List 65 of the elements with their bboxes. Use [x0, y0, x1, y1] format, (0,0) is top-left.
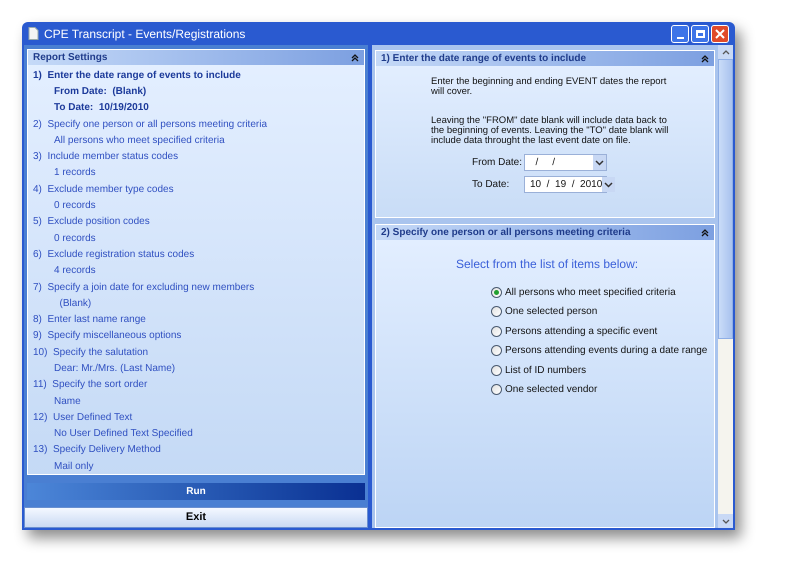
window-title: CPE Transcript - Events/Registrations [44, 26, 246, 42]
step-link[interactable]: 10) Specify the salutation [33, 344, 148, 360]
step-link[interactable]: 12) User Defined Text [33, 410, 132, 425]
scrollbar[interactable] [718, 45, 733, 528]
option-label[interactable]: One selected person [505, 304, 598, 320]
collapse-icon[interactable] [351, 54, 359, 62]
panel-title: 2) Specify one person or all persons meeting criteria [381, 226, 631, 240]
collapse-icon[interactable] [701, 54, 709, 62]
step-link[interactable]: 11) Specify the sort order [33, 377, 148, 392]
step-value: Name [54, 394, 81, 409]
option-label[interactable]: Persons attending a specific event [505, 324, 658, 339]
step-value: 0 records [54, 199, 96, 214]
step-link[interactable]: 4) Exclude member type codes [33, 182, 174, 197]
step-value: All persons who meet specified criteria [54, 134, 225, 148]
step-link[interactable]: 5) Exclude position codes [33, 214, 150, 230]
option-label[interactable]: List of ID numbers [505, 362, 586, 378]
step-value: 0 records [54, 232, 96, 246]
step-link[interactable]: 6) Exclude registration status codes [33, 246, 194, 262]
radio-button[interactable] [491, 384, 502, 396]
radio-button[interactable] [491, 345, 502, 356]
step-link[interactable]: 9) Specify miscellaneous options [33, 328, 182, 344]
option-label[interactable]: All persons who meet specified criteria [505, 284, 676, 300]
exit-button[interactable]: Exit [24, 507, 368, 528]
step-value: 4 records [54, 264, 96, 278]
prompt-text: Select from the list of items below: [456, 257, 638, 271]
step-value: Dear: Mr./Mrs. (Last Name) [54, 362, 176, 376]
step-value: From Date: (Blank) [54, 84, 146, 99]
maximize-button[interactable] [691, 24, 709, 42]
field-label: From Date: [472, 156, 524, 170]
field-label: To Date: [472, 178, 510, 192]
instruction-text: Enter the beginning and ending EVENT dates the report will cover. [431, 77, 668, 97]
dropdown-icon[interactable] [593, 155, 606, 170]
step-link[interactable]: 3) Include member status codes [33, 149, 178, 164]
step-value: 1 records [54, 166, 96, 180]
close-button[interactable] [711, 24, 729, 42]
step-link[interactable]: 13) Specify Delivery Method [33, 442, 161, 458]
step-value: To Date: 10/19/2010 [54, 101, 149, 116]
step-value: Mail only [54, 460, 94, 474]
scroll-thumb[interactable] [718, 59, 733, 339]
instruction-text: Leaving the "FROM" date blank will include data back to the beginning of events. Leaving the "TO" date blank will include data throught the last event date on file. [431, 116, 670, 146]
collapse-icon[interactable] [701, 228, 709, 236]
date-field[interactable]: / / [524, 154, 607, 171]
radio-button[interactable] [491, 306, 502, 318]
step-value: No User Defined Text Specified [54, 427, 193, 442]
maximize-icon [696, 30, 704, 38]
option-label[interactable]: One selected vendor [505, 382, 598, 398]
minimize-icon [676, 36, 684, 38]
dropdown-icon[interactable] [602, 177, 616, 192]
step-value: (Blank) [58, 296, 92, 311]
step-link[interactable]: 7) Specify a join date for excluding new members [33, 280, 254, 294]
step-link[interactable]: 2) Specify one person or all persons meeting criteria [33, 116, 268, 132]
panel-title: Report Settings [33, 51, 108, 65]
step-link[interactable]: 1) Enter the date range of events to include [33, 68, 241, 83]
close-icon [715, 28, 725, 38]
document-icon [28, 27, 39, 40]
step-link[interactable]: 8) Enter last name range [33, 312, 146, 328]
scroll-up-icon[interactable] [722, 50, 730, 54]
scroll-down-icon[interactable] [722, 518, 730, 524]
radio-button[interactable] [491, 286, 502, 298]
option-label[interactable]: Persons attending events during a date range [505, 343, 708, 358]
radio-button[interactable] [491, 326, 502, 337]
run-button[interactable]: Run [27, 483, 365, 500]
radio-button[interactable] [491, 364, 502, 376]
minimize-button[interactable] [671, 24, 689, 42]
panel-title: 1) Enter the date range of events to include [381, 52, 586, 66]
